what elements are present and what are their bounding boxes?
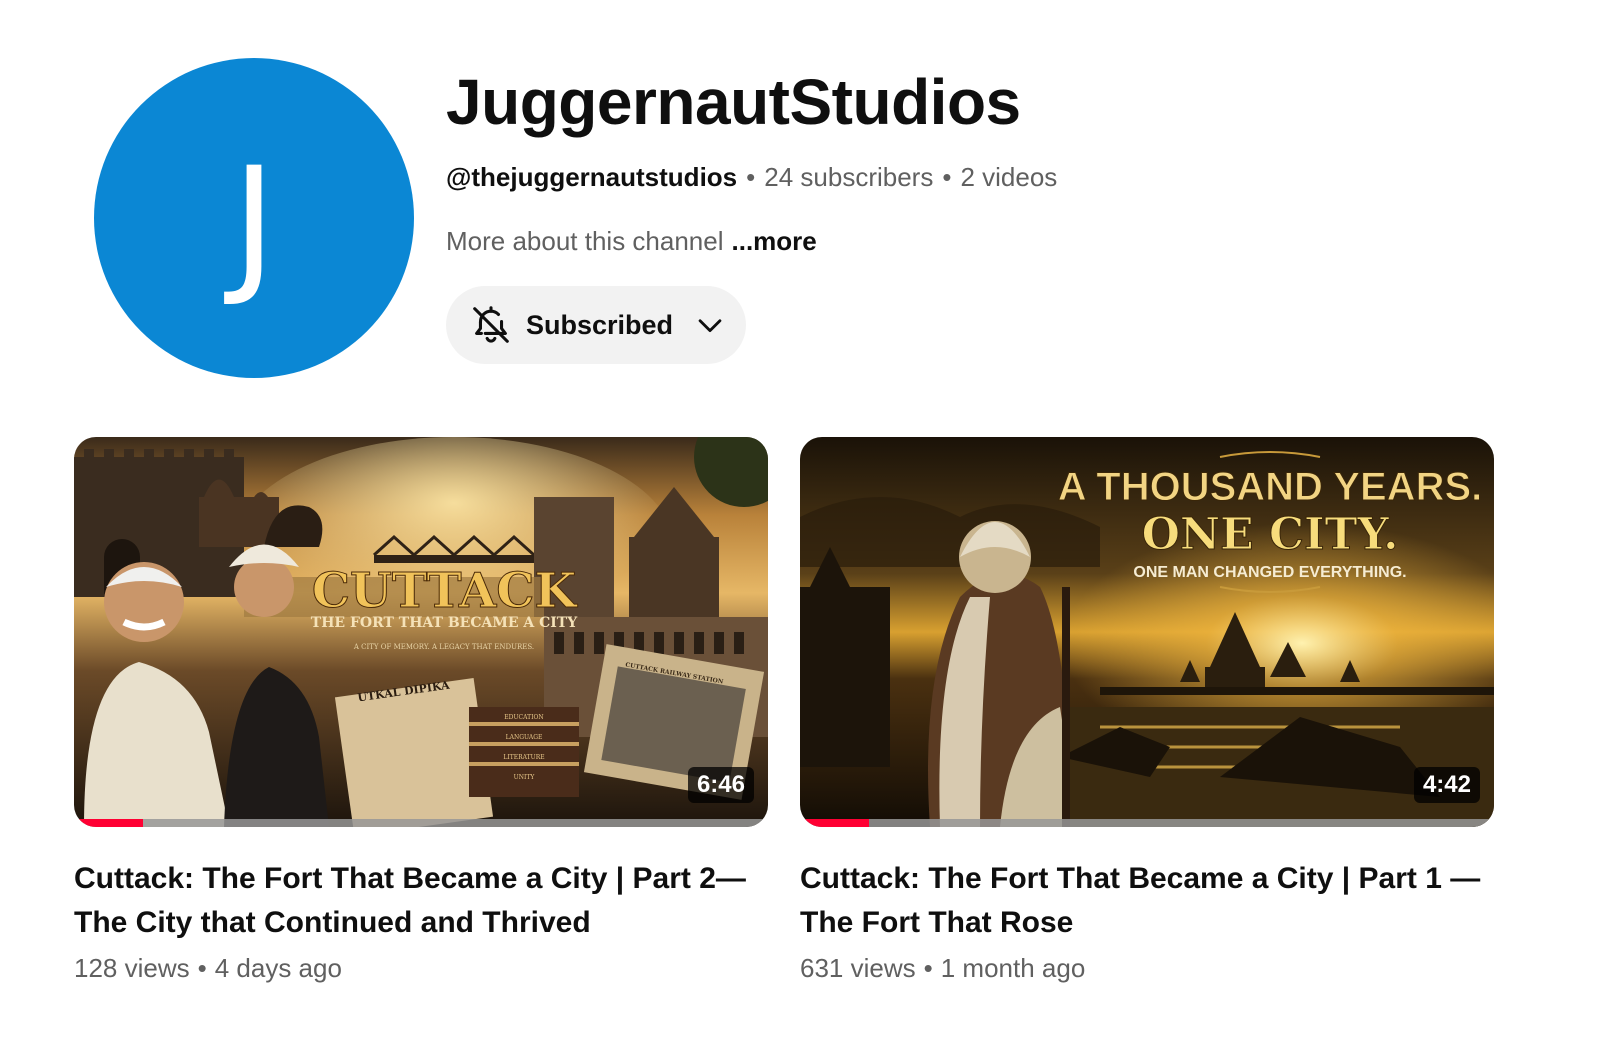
video-meta: 631 views • 1 month ago bbox=[800, 951, 1494, 985]
chevron-down-icon bbox=[693, 308, 727, 342]
view-count: 128 views bbox=[74, 953, 190, 983]
thumb-book-label: EDUCATION bbox=[504, 714, 543, 721]
thumb-book-label: LANGUAGE bbox=[506, 734, 543, 741]
video-thumbnail[interactable]: A THOUSAND YEARS. ONE CITY. ONE MAN CHAN… bbox=[800, 437, 1494, 827]
video-title[interactable]: Cuttack: The Fort That Became a City | P… bbox=[74, 857, 764, 945]
video-card[interactable]: CUTTACK THE FORT THAT BECAME A CITY A CI… bbox=[74, 437, 768, 985]
subscribed-label: Subscribed bbox=[526, 309, 674, 340]
channel-meta: @thejuggernautstudios • 24 subscribers •… bbox=[446, 160, 1057, 194]
thumb-line2: ONE CITY. bbox=[1142, 509, 1399, 560]
view-count: 631 views bbox=[800, 953, 916, 983]
video-thumbnail[interactable]: CUTTACK THE FORT THAT BECAME A CITY A CI… bbox=[74, 437, 768, 827]
about-text: More about this channel bbox=[446, 226, 724, 256]
video-duration: 6:46 bbox=[687, 767, 754, 803]
channel-name: JuggernautStudios bbox=[446, 66, 1021, 138]
watch-progress-fill bbox=[74, 819, 144, 827]
channel-handle: @thejuggernautstudios bbox=[446, 162, 738, 192]
upload-age: 4 days ago bbox=[214, 953, 342, 983]
thumb-tagline: A CITY OF MEMORY. A LEGACY THAT ENDURES. bbox=[353, 643, 534, 651]
separator-dot: • bbox=[942, 162, 952, 192]
channel-about[interactable]: More about this channel ...more bbox=[446, 224, 817, 258]
channel-page: J JuggernautStudios @thejuggernautstudio… bbox=[0, 0, 1600, 1037]
separator-dot: • bbox=[746, 162, 756, 192]
thumb-book-label: UNITY bbox=[514, 774, 536, 781]
separator-dot: • bbox=[197, 953, 207, 983]
thumb-book-label: LITERATURE bbox=[503, 754, 544, 761]
video-meta: 128 views • 4 days ago bbox=[74, 951, 768, 985]
watch-progress-fill bbox=[800, 819, 870, 827]
avatar-letter: J bbox=[231, 136, 277, 310]
thumb-line3: ONE MAN CHANGED EVERYTHING. bbox=[1133, 564, 1406, 581]
channel-avatar[interactable]: J bbox=[94, 58, 414, 378]
video-count: 2 videos bbox=[960, 162, 1058, 192]
upload-age: 1 month ago bbox=[940, 953, 1086, 983]
watch-progress-bar bbox=[800, 819, 1494, 827]
bell-off-icon bbox=[468, 302, 514, 348]
thumbnail-image: CUTTACK THE FORT THAT BECAME A CITY A CI… bbox=[74, 437, 768, 827]
video-duration: 4:42 bbox=[1413, 767, 1480, 803]
more-link[interactable]: ...more bbox=[732, 224, 817, 258]
thumb-headline: CUTTACK bbox=[312, 563, 579, 619]
separator-dot: • bbox=[923, 953, 933, 983]
thumbnail-image: A THOUSAND YEARS. ONE CITY. ONE MAN CHAN… bbox=[800, 437, 1494, 827]
subscriber-count: 24 subscribers bbox=[764, 162, 934, 192]
video-card[interactable]: A THOUSAND YEARS. ONE CITY. ONE MAN CHAN… bbox=[800, 437, 1494, 985]
subscribed-button[interactable]: Subscribed bbox=[446, 286, 746, 364]
thumb-subhead: THE FORT THAT BECAME A CITY bbox=[311, 615, 578, 631]
watch-progress-bar bbox=[74, 819, 768, 827]
video-title[interactable]: Cuttack: The Fort That Became a City | P… bbox=[800, 857, 1490, 945]
thumb-line1: A THOUSAND YEARS. bbox=[1058, 465, 1483, 509]
